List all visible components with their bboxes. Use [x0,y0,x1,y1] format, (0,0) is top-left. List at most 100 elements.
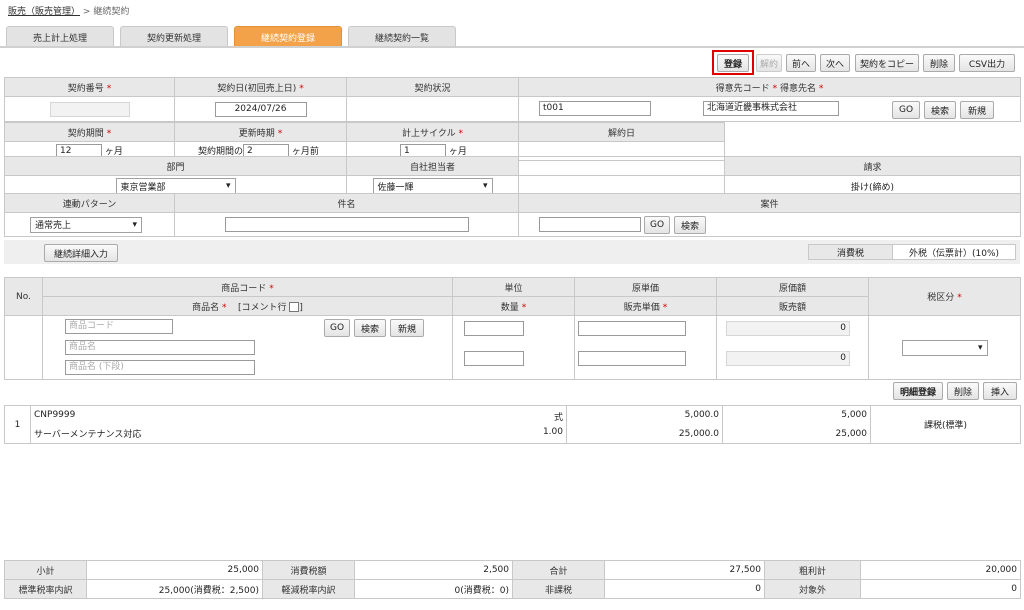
line-entry-table: No. 商品コード * 単位 原単価 原価額 税区分 * 商品名 * [コメント… [4,277,1021,380]
cost-amount-header: 原価額 [716,277,869,297]
billing-label: 請求 [724,156,1021,176]
tax-value: 外税（伝票計）(10%) [908,248,1000,259]
unit-input[interactable] [464,321,524,336]
outside-label: 対象外 [764,579,861,599]
std-rate-value: 25,000(消費税：2,500) [86,579,263,599]
line-sale-amount: 25,000 [722,424,871,444]
tab-contract-renewal[interactable]: 契約更新処理 [120,26,228,47]
next-button[interactable]: 次へ [820,54,850,72]
lines-table: 1 CNP9999 式 5,000.0 5,000 課税(標準) サーバーメンテ… [4,405,1021,444]
staff-label: 自社担当者 [346,156,519,176]
project-go-button[interactable]: GO [644,216,670,234]
unit-header: 単位 [452,277,575,297]
line-cost-price: 5,000.0 [566,405,723,425]
tax-total-value: 2,500 [354,560,513,580]
tab-contract-register[interactable]: 継続契約登録 [234,26,342,47]
cycle-unit: ヶ月 [448,146,467,157]
department-form: 部門 自社担当者 請求 東京営業部 ▾ 佐藤一輝 ▾ 掛け(締め) [4,156,1021,197]
project-search-button[interactable]: 検索 [674,216,706,234]
product-code-header: 商品コード * [42,277,453,297]
cancel-contract-button[interactable]: 解約 [756,54,782,72]
contract-status-value [346,96,519,122]
subtotal-value: 25,000 [86,560,263,580]
chevron-down-icon: ▾ [977,342,983,353]
std-rate-label: 標準税率内訳 [4,579,87,599]
product-search-button[interactable]: 検索 [354,319,386,337]
breadcrumb: 販売（販売管理） > 継続契約 [8,4,129,17]
contract-no-label: 契約番号 * [4,77,175,97]
no-header: No. [4,277,43,316]
csv-export-button[interactable]: CSV出力 [959,54,1015,72]
renewal-label: 更新時期 * [174,122,347,142]
comment-row-checkbox[interactable] [289,302,300,312]
project-label: 案件 [518,193,1021,213]
line-unit: 式 [553,413,563,424]
tab-divider [0,46,1024,48]
grand-total-label: 合計 [512,560,605,580]
sale-amount-field: 0 [726,351,850,366]
line-insert-button[interactable]: 挿入 [983,382,1017,400]
product-new-button[interactable]: 新規 [390,319,424,337]
period-unit: ヶ月 [104,146,123,157]
cost-price-header: 原単価 [574,277,717,297]
prev-button[interactable]: 前へ [786,54,816,72]
subject-field[interactable] [224,217,469,232]
customer-search-button[interactable]: 検索 [924,101,956,119]
subject-form: 連動パターン 件名 案件 通常売上 ▾ GO 検索 [4,193,1021,237]
table-row[interactable]: 1 CNP9999 式 5,000.0 5,000 課税(標準) [4,405,1021,444]
customer-go-button[interactable]: GO [892,101,920,119]
product-go-button[interactable]: GO [324,319,350,337]
breadcrumb-parent-link[interactable]: 販売（販売管理） [8,7,80,17]
delete-button[interactable]: 削除 [923,54,955,72]
product-name2-input[interactable]: 商品名 (下段) [65,360,255,375]
contract-header-form: 契約番号 * 契約日(初回売上日) * 契約状況 得意先コード * 得意先名 *… [4,77,1021,122]
contract-date-field[interactable]: 2024/07/26 [214,101,307,117]
product-name-header: 商品名 * [コメント行 ] [42,296,453,316]
customer-label: 得意先コード * 得意先名 * [518,77,1021,97]
line-no: 1 [4,405,31,444]
outside-value: 0 [860,579,1021,599]
dept-label: 部門 [4,156,347,176]
reduced-rate-label: 軽減税率内訳 [262,579,355,599]
dept-select[interactable]: 東京営業部 ▾ [115,178,236,194]
copy-contract-button[interactable]: 契約をコピー [855,54,919,72]
detail-input-button[interactable]: 継続詳細入力 [44,244,118,262]
pattern-label: 連動パターン [4,193,175,213]
chevron-down-icon: ▾ [225,181,231,191]
grand-total-value: 27,500 [604,560,765,580]
pattern-select[interactable]: 通常売上 ▾ [30,216,142,233]
line-sale-price: 25,000.0 [566,424,723,444]
project-field[interactable] [539,217,641,232]
cost-amount-field: 0 [726,321,850,336]
qty-input[interactable] [464,351,524,366]
period-label: 契約期間 * [4,122,175,142]
register-button[interactable]: 登録 [717,54,749,72]
contract-date-label: 契約日(初回売上日) * [174,77,347,97]
gross-profit-value: 20,000 [860,560,1021,580]
tax-type-select[interactable]: ▾ [901,339,988,356]
tab-contract-list[interactable]: 継続契約一覧 [348,26,456,47]
tax-type-header: 税区分 * [868,277,1021,316]
customer-code-field[interactable]: t001 [539,101,651,116]
chevron-down-icon: ▾ [132,219,137,230]
cancel-date-label: 解約日 [518,122,725,142]
exempt-label: 非課税 [512,579,605,599]
line-register-button[interactable]: 明細登録 [893,382,943,400]
product-name-input[interactable]: 商品名 [65,340,255,355]
breadcrumb-separator: > [82,7,91,17]
sale-price-input[interactable] [578,351,686,366]
staff-select[interactable]: 佐藤一輝 ▾ [372,178,493,194]
tab-bar: 売上計上処理 契約更新処理 継続契約登録 継続契約一覧 [6,26,462,47]
line-tax-type: 課税(標準) [870,405,1021,444]
customer-name-field[interactable]: 北海道近畿事株式会社 [703,101,839,116]
line-code: CNP9999 [34,410,76,421]
customer-new-button[interactable]: 新規 [960,101,994,119]
contract-no-field[interactable] [49,101,130,117]
tax-total-label: 消費税額 [262,560,355,580]
tab-sales-posting[interactable]: 売上計上処理 [6,26,114,47]
cost-price-input[interactable] [578,321,686,336]
line-delete-button[interactable]: 削除 [947,382,979,400]
sale-price-header: 販売単価 * [574,296,717,316]
totals-table: 小計 25,000 消費税額 2,500 合計 27,500 粗利計 20,00… [4,560,1021,599]
product-code-input[interactable]: 商品コード [65,319,173,334]
